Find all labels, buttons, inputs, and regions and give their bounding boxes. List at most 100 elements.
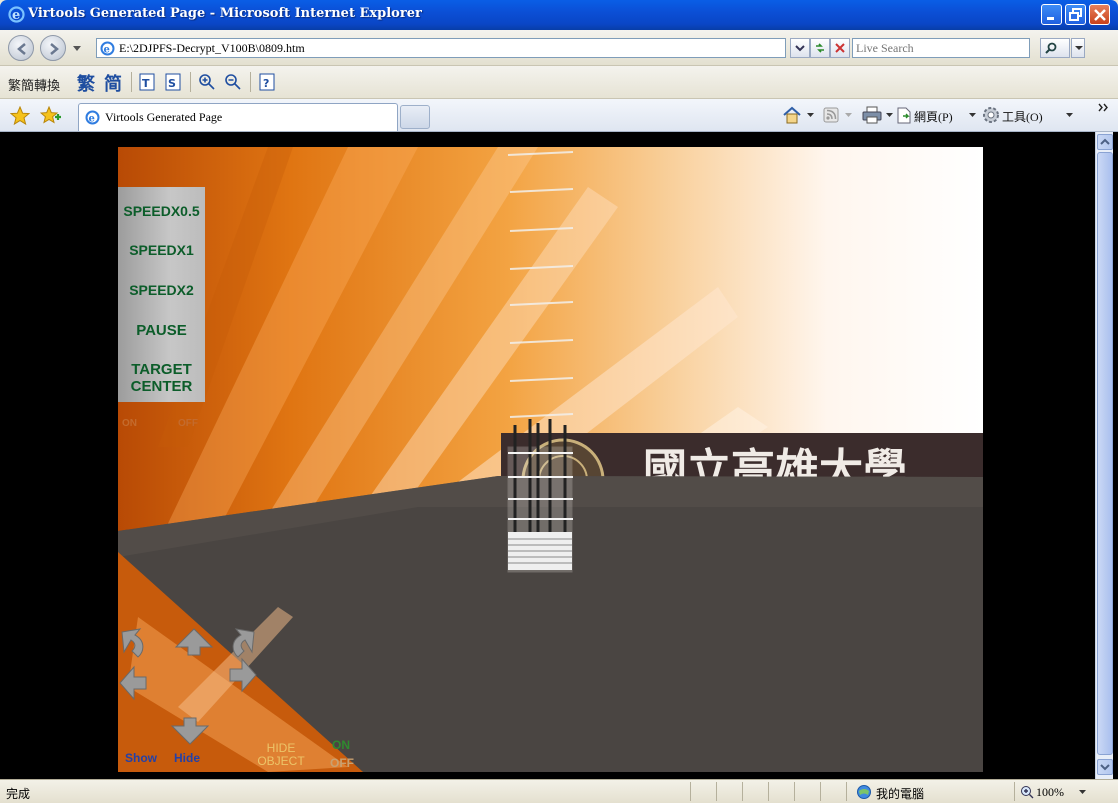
restore-icon (1069, 8, 1082, 21)
chevron-up-icon (1100, 138, 1110, 145)
speed-x2-button[interactable]: SPEEDX2 (118, 282, 205, 299)
status-cell (846, 782, 847, 801)
search-icon (1045, 42, 1057, 54)
stop-icon (835, 43, 845, 53)
home-icon[interactable] (782, 106, 802, 124)
hide-object-button[interactable]: HIDE OBJECT (248, 742, 314, 768)
svg-text:e: e (104, 45, 110, 56)
chevron-down-icon (795, 45, 805, 52)
pause-button[interactable]: PAUSE (118, 322, 205, 339)
chevron-down-icon[interactable] (807, 113, 814, 118)
speed-x0-5-button[interactable]: SPEEDX0.5 (118, 203, 205, 220)
hide-button[interactable]: Hide (174, 752, 200, 765)
chevron-down-icon (1100, 764, 1110, 771)
status-cell (820, 782, 821, 801)
scroll-thumb[interactable] (1097, 152, 1113, 755)
status-cell (742, 782, 743, 801)
page-content: 國立高雄大學 SPEEDX0.5 SPEEDX1 SPEEDX2 PAUSE T… (0, 132, 1118, 779)
to-simplified-icon[interactable]: S (164, 73, 182, 91)
maximize-button[interactable] (1065, 4, 1086, 25)
svg-text:e: e (12, 8, 20, 23)
speed-menu: SPEEDX0.5 SPEEDX1 SPEEDX2 PAUSE TARGET C… (118, 187, 205, 402)
add-favorite-icon[interactable] (40, 106, 62, 126)
chevron-down-icon[interactable] (886, 113, 893, 118)
minimize-button[interactable] (1041, 4, 1062, 25)
stop-button[interactable] (830, 38, 850, 58)
search-options-button[interactable] (1071, 38, 1085, 58)
zoom-out-icon[interactable] (224, 73, 242, 91)
favorites-star-icon[interactable] (10, 106, 30, 126)
search-button[interactable] (1040, 38, 1070, 58)
back-arrow-icon (17, 43, 26, 55)
scroll-down-button[interactable] (1097, 759, 1113, 775)
zoom-icon[interactable] (1020, 785, 1034, 799)
back-button[interactable] (8, 35, 34, 61)
vertical-scrollbar[interactable] (1095, 132, 1113, 779)
status-cell (1014, 782, 1015, 801)
zoom-in-icon[interactable] (198, 73, 216, 91)
svg-text:S: S (168, 77, 176, 90)
toolbar-separator (131, 72, 132, 92)
title-bar: e Virtools Generated Page - Microsoft In… (0, 0, 1118, 30)
tab-label: Virtools Generated Page (105, 110, 223, 124)
svg-text:T: T (142, 77, 150, 90)
security-zone: 我的電腦 (876, 787, 925, 801)
status-bar: 完成 我的電腦 100% (0, 779, 1118, 803)
status-cell (716, 782, 717, 801)
status-cell (794, 782, 795, 801)
address-url: E:\2DJPFS-Decrypt_V100B\0809.htm (119, 41, 305, 55)
gear-icon[interactable] (982, 106, 1000, 124)
forward-arrow-icon (50, 43, 59, 55)
history-dropdown-icon[interactable] (73, 46, 81, 52)
target-center-button[interactable]: TARGET CENTER (118, 361, 205, 395)
toolbar-separator (190, 72, 191, 92)
zoom-level[interactable]: 100% (1036, 785, 1064, 800)
refresh-button[interactable] (810, 38, 830, 58)
show-button[interactable]: Show (125, 752, 157, 765)
feeds-icon[interactable] (823, 107, 839, 123)
address-field[interactable]: e E:\2DJPFS-Decrypt_V100B\0809.htm (96, 38, 786, 58)
object-off-toggle[interactable]: OFF (330, 757, 354, 770)
scroll-up-button[interactable] (1097, 134, 1113, 150)
page-menu[interactable]: 網頁(P) (914, 108, 953, 125)
tools-menu[interactable]: 工具(O) (1002, 108, 1043, 125)
print-icon[interactable] (862, 106, 882, 124)
close-icon (1094, 9, 1106, 21)
ie-logo-icon: e (8, 6, 25, 23)
status-text: 完成 (6, 787, 31, 801)
virtools-3d-scene[interactable]: 國立高雄大學 (118, 147, 983, 772)
search-box[interactable] (852, 38, 1030, 58)
close-button[interactable] (1089, 4, 1110, 25)
refresh-icon (816, 43, 824, 53)
off-toggle[interactable]: OFF (178, 418, 198, 429)
to-traditional-icon[interactable]: T (138, 73, 156, 91)
help-icon[interactable]: ? (258, 73, 276, 91)
address-dropdown-button[interactable] (790, 38, 810, 58)
page-favicon: e (100, 41, 115, 56)
search-input[interactable] (856, 40, 1026, 57)
forward-button[interactable] (40, 35, 66, 61)
more-commands-icon[interactable] (1098, 103, 1110, 113)
chevron-down-icon (1075, 46, 1083, 50)
page-favicon: e (85, 110, 100, 125)
tab-virtools[interactable]: e Virtools Generated Page (78, 103, 398, 131)
traditional-button[interactable]: 繁 (77, 70, 95, 96)
page-icon[interactable] (896, 107, 912, 124)
chevron-down-icon[interactable] (1079, 790, 1086, 795)
speed-x1-button[interactable]: SPEEDX1 (118, 242, 205, 259)
on-toggle[interactable]: ON (122, 418, 137, 429)
new-tab-button[interactable] (400, 105, 430, 129)
svg-text:?: ? (263, 77, 269, 90)
scene-graphics: 國立高雄大學 (118, 147, 983, 772)
svg-text:e: e (89, 114, 95, 125)
chevron-down-icon[interactable] (845, 113, 852, 118)
status-cell (768, 782, 769, 801)
minimize-icon (1047, 17, 1054, 20)
chinese-conversion-toolbar: 繁簡轉換 繁 简 T S ? (0, 66, 1118, 99)
chevron-down-icon[interactable] (969, 113, 976, 118)
simplified-button[interactable]: 简 (104, 70, 122, 96)
chevron-down-icon[interactable] (1066, 113, 1073, 118)
computer-zone-icon (857, 785, 871, 799)
object-on-toggle[interactable]: ON (332, 739, 350, 752)
tab-bar: e Virtools Generated Page 網頁(P) 工具(O) (0, 99, 1118, 132)
